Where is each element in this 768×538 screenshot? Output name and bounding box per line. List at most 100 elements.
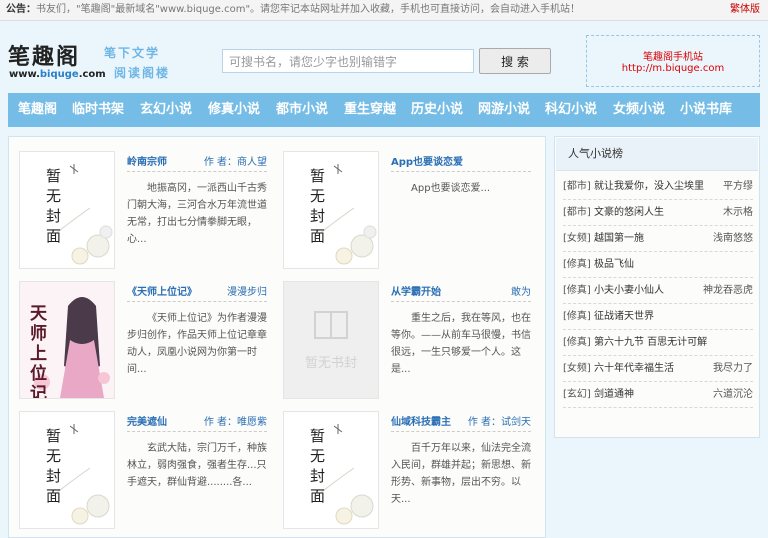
ranking-category[interactable]: [都市] xyxy=(563,181,591,192)
book-info: 仙域科技霸主 作 者：试剑天 百千万年以来，仙法完全流入民间，群雄并起；新思想、… xyxy=(391,413,531,508)
book-cover[interactable]: 暂无书封 xyxy=(283,281,379,399)
ranking-item[interactable]: [修真] 第六十九节 百思无计可解 xyxy=(563,330,753,356)
ranking-item[interactable]: [修真] 极品飞仙 xyxy=(563,252,753,278)
book-title-row: 完美遮仙 作 者：唯愿紫 xyxy=(127,413,267,432)
ranking-book-name[interactable]: 第六十九节 百思无计可解 xyxy=(594,337,707,348)
nav-item-wangyou[interactable]: 网游小说 xyxy=(478,93,530,127)
slogan-line-2: 阅读阁楼 xyxy=(114,66,171,80)
ranking-category[interactable]: [修真] xyxy=(563,311,591,322)
nav-item-chuanyue[interactable]: 重生穿越 xyxy=(344,93,396,127)
nav-item-xuanhuan[interactable]: 玄幻小说 xyxy=(140,93,192,127)
book-cover[interactable]: 暂无封面 xyxy=(283,151,379,269)
book-author[interactable]: 漫漫步归 xyxy=(227,283,267,298)
ranking-book-name[interactable]: 六十年代幸福生活 xyxy=(594,363,674,374)
nav-item-nvpin[interactable]: 女频小说 xyxy=(613,93,665,127)
nav-item-kehuan[interactable]: 科幻小说 xyxy=(545,93,597,127)
book-description: 重生之后，我在等风，也在等你。——从前车马很慢，书信很远，一生只够爱一个人。这是… xyxy=(391,313,531,375)
nav-item-shuku[interactable]: 小说书库 xyxy=(680,93,732,127)
book-title-row: App也要谈恋爱 xyxy=(391,153,531,172)
ranking-item[interactable]: [修真] 小夫小妻小仙人 神龙吞恶虎 xyxy=(563,278,753,304)
mobile-site-box[interactable]: 笔趣阁手机站 http://m.biquge.com xyxy=(586,35,760,87)
nav-item-dushi[interactable]: 都市小说 xyxy=(276,93,328,127)
book-description: 百千万年以来，仙法完全流入民间，群雄并起；新思想、新形势、新事物，层出不穷。以天… xyxy=(391,443,531,505)
book-author[interactable]: 作 者：试剑天 xyxy=(468,413,531,428)
book-title[interactable]: 从学霸开始 xyxy=(391,287,441,298)
book-info: 岭南宗师 作 者：商人望 地振高冈，一派西山千古秀门朝大海，三河合水万年流世道无… xyxy=(127,153,267,248)
book-title-row: 岭南宗师 作 者：商人望 xyxy=(127,153,267,172)
book-card: 天师上位记 《天师上位记》 漫漫步归 《天师上位记》为作者漫漫步归创作，作品天师… xyxy=(9,275,271,399)
ranking-item[interactable]: [都市] 文豪的悠闲人生 木示格 xyxy=(563,200,753,226)
book-author[interactable]: 作 者：唯愿紫 xyxy=(204,413,267,428)
nav-item-home[interactable]: 笔趣阁 xyxy=(18,93,57,127)
book-title[interactable]: 仙域科技霸主 xyxy=(391,417,451,428)
ranking-author: 我尽力了 xyxy=(713,363,753,374)
book-icon xyxy=(314,311,348,339)
book-cover[interactable]: 暂无封面 xyxy=(19,411,115,529)
ranking-category[interactable]: [修真] xyxy=(563,259,591,270)
ranking-item[interactable]: [女频] 六十年代幸福生活 我尽力了 xyxy=(563,356,753,382)
book-info: 完美遮仙 作 者：唯愿紫 玄武大陆，宗门万千，种族林立，弱肉强食，强者生存...… xyxy=(127,413,267,491)
book-title-row: 仙域科技霸主 作 者：试剑天 xyxy=(391,413,531,432)
ranking-item[interactable]: [玄幻] 剑道通神 六道沉沦 xyxy=(563,382,753,408)
ranking-category[interactable]: [女频] xyxy=(563,233,591,244)
book-author[interactable]: 作 者：商人望 xyxy=(204,153,267,168)
book-cover[interactable]: 暂无封面 xyxy=(19,151,115,269)
ranking-item[interactable]: [修真] 征战诸天世界 xyxy=(563,304,753,330)
ranking-book-name[interactable]: 征战诸天世界 xyxy=(594,311,654,322)
cover-title-text: 天师上位记 xyxy=(30,304,47,399)
ranking-category[interactable]: [女频] xyxy=(563,363,591,374)
placeholder-cover-art xyxy=(313,164,377,265)
no-cover-text: 暂无书封 xyxy=(304,356,357,371)
notice-text-wrap: 公告：书友们，"笔趣阁"最新域名"www.biquge.com"。请您牢记本站网… xyxy=(6,0,580,20)
book-description: 地振高冈，一派西山千古秀门朝大海，三河合水万年流世道无常，打出七分情拳脚无眼，心… xyxy=(127,183,267,245)
book-cover[interactable]: 暂无封面 xyxy=(283,411,379,529)
ranking-category[interactable]: [玄幻] xyxy=(563,389,591,400)
nav-item-lishi[interactable]: 历史小说 xyxy=(411,93,463,127)
slogan: 笔下文学 阅读阁楼 xyxy=(104,43,184,87)
notice-bar: 公告：书友们，"笔趣阁"最新域名"www.biquge.com"。请您牢记本站网… xyxy=(0,0,768,21)
cover-placeholder-text: 暂无封面 xyxy=(310,167,326,245)
ranking-category[interactable]: [修真] xyxy=(563,337,591,348)
book-description: App也要谈恋爱... xyxy=(411,183,491,194)
ranking-book-name[interactable]: 极品飞仙 xyxy=(594,259,634,270)
book-description: 《天师上位记》为作者漫漫步归创作，作品天师上位记章章动人，凤凰小说网为你第一时间… xyxy=(127,313,267,375)
search-button[interactable]: 搜 索 xyxy=(479,48,551,74)
traditional-chinese-link[interactable]: 繁体版 xyxy=(730,0,760,20)
ranking-item[interactable]: [都市] 就让我爱你，没入尘埃里 平方缪 xyxy=(563,174,753,200)
book-cover[interactable]: 天师上位记 xyxy=(19,281,115,399)
book-card: 暂无封面 岭南宗师 作 者：商人望 地振高冈，一派西山千古秀门朝大海，三河合水万… xyxy=(9,145,271,269)
ranking-book-name[interactable]: 小夫小妻小仙人 xyxy=(594,285,664,296)
book-title[interactable]: 完美遮仙 xyxy=(127,417,167,428)
featured-books-panel: 暂无封面 岭南宗师 作 者：商人望 地振高冈，一派西山千古秀门朝大海，三河合水万… xyxy=(8,136,546,538)
ranking-author: 木示格 xyxy=(723,207,753,218)
nav-item-xiuzhen[interactable]: 修真小说 xyxy=(208,93,260,127)
ranking-book-name[interactable]: 文豪的悠闲人生 xyxy=(594,207,664,218)
book-title[interactable]: 《天师上位记》 xyxy=(127,287,197,298)
book-title[interactable]: 岭南宗师 xyxy=(127,157,167,168)
mobile-site-title: 笔趣阁手机站 xyxy=(643,52,703,63)
book-title[interactable]: App也要谈恋爱 xyxy=(391,157,463,168)
logo-url: www.biquge.com xyxy=(9,69,106,80)
ranking-header: 人气小说榜 xyxy=(556,138,758,171)
site-logo[interactable]: 笔趣阁 xyxy=(8,39,80,71)
book-description: 玄武大陆，宗门万千，种族林立，弱肉强食，强者生存...只手遮天，群仙背避....… xyxy=(127,443,267,488)
book-card: 暂无封面 完美遮仙 作 者：唯愿紫 玄武大陆，宗门万千，种族林立，弱肉强食，强者… xyxy=(9,405,271,529)
ranking-book-name[interactable]: 越国第一施 xyxy=(594,233,644,244)
book-card: 暂无书封 从学霸开始 敢为 重生之后，我在等风，也在等你。——从前车马很慢，书信… xyxy=(273,275,535,399)
ranking-book-name[interactable]: 就让我爱你，没入尘埃里 xyxy=(594,181,704,192)
logo-url-brand: biquge xyxy=(39,69,79,80)
ranking-category[interactable]: [都市] xyxy=(563,207,591,218)
ranking-book-name[interactable]: 剑道通神 xyxy=(594,389,634,400)
book-info: 从学霸开始 敢为 重生之后，我在等风，也在等你。——从前车马很慢，书信很远，一生… xyxy=(391,283,531,378)
book-card: 暂无封面 App也要谈恋爱 App也要谈恋爱... xyxy=(273,145,535,269)
book-card: 暂无封面 仙域科技霸主 作 者：试剑天 百千万年以来，仙法完全流入民间，群雄并起… xyxy=(273,405,535,529)
nav-item-bookshelf[interactable]: 临时书架 xyxy=(72,93,124,127)
ranking-item[interactable]: [女频] 越国第一施 浅南悠悠 xyxy=(563,226,753,252)
ranking-category[interactable]: [修真] xyxy=(563,285,591,296)
book-author[interactable]: 敢为 xyxy=(511,283,531,298)
search-input[interactable]: 可搜书名，请您少字也别输错字 xyxy=(222,49,474,73)
ranking-title: 人气小说榜 xyxy=(568,147,623,160)
book-title-row: 从学霸开始 敢为 xyxy=(391,283,531,302)
cover-placeholder-text: 暂无封面 xyxy=(46,427,62,505)
ranking-author: 浅南悠悠 xyxy=(713,233,753,244)
